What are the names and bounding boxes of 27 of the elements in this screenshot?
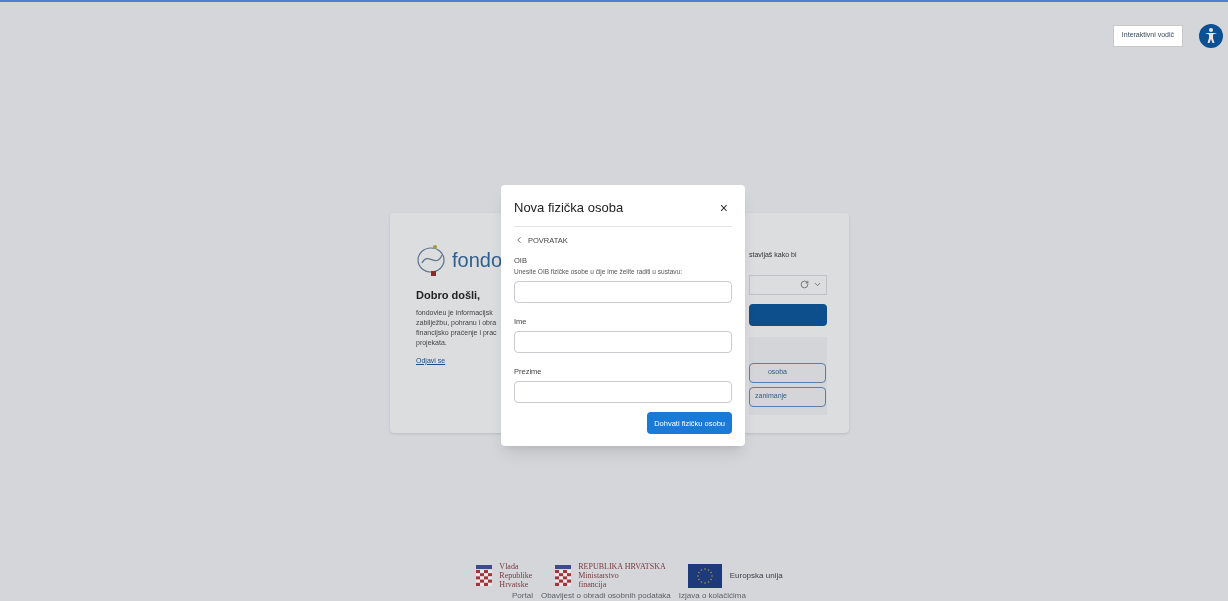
footer-link[interactable]: Obavijest o obradi osobnih podataka	[540, 591, 671, 600]
footer-link[interactable]: Portal	[512, 591, 533, 600]
chevron-down-icon[interactable]	[813, 280, 822, 289]
institution-name: Vlada	[499, 562, 520, 571]
welcome-heading: Dobro došli,	[416, 288, 482, 303]
institution-name: Ministarstvo	[578, 571, 620, 580]
footer-link[interactable]: Izjava o kolačićima	[678, 591, 746, 600]
input-field[interactable]	[514, 381, 732, 404]
input-field[interactable]	[514, 280, 732, 303]
crest-icon	[475, 564, 494, 587]
accessibility-icon[interactable]	[1199, 23, 1223, 48]
institution-name: REPUBLIKA HRVATSKA	[578, 562, 666, 571]
chevron-left-icon[interactable]	[514, 235, 524, 246]
dialog-title: Nova fizička osoba	[514, 199, 624, 217]
close-button[interactable]: ×	[715, 200, 732, 215]
institution-name: Republike	[499, 571, 533, 580]
logo-text: fondo	[452, 248, 503, 273]
refresh-icon[interactable]	[800, 280, 809, 289]
institution-name: financija	[578, 580, 608, 589]
primary-button[interactable]	[749, 303, 827, 326]
flag-icon	[687, 563, 722, 588]
crest-icon	[554, 564, 573, 587]
role-select[interactable]	[749, 274, 827, 295]
logo-icon	[416, 243, 448, 277]
institution-name: Europska unija	[729, 569, 783, 582]
input-field[interactable]	[514, 331, 732, 353]
institution-name: Hrvatske	[499, 580, 530, 589]
